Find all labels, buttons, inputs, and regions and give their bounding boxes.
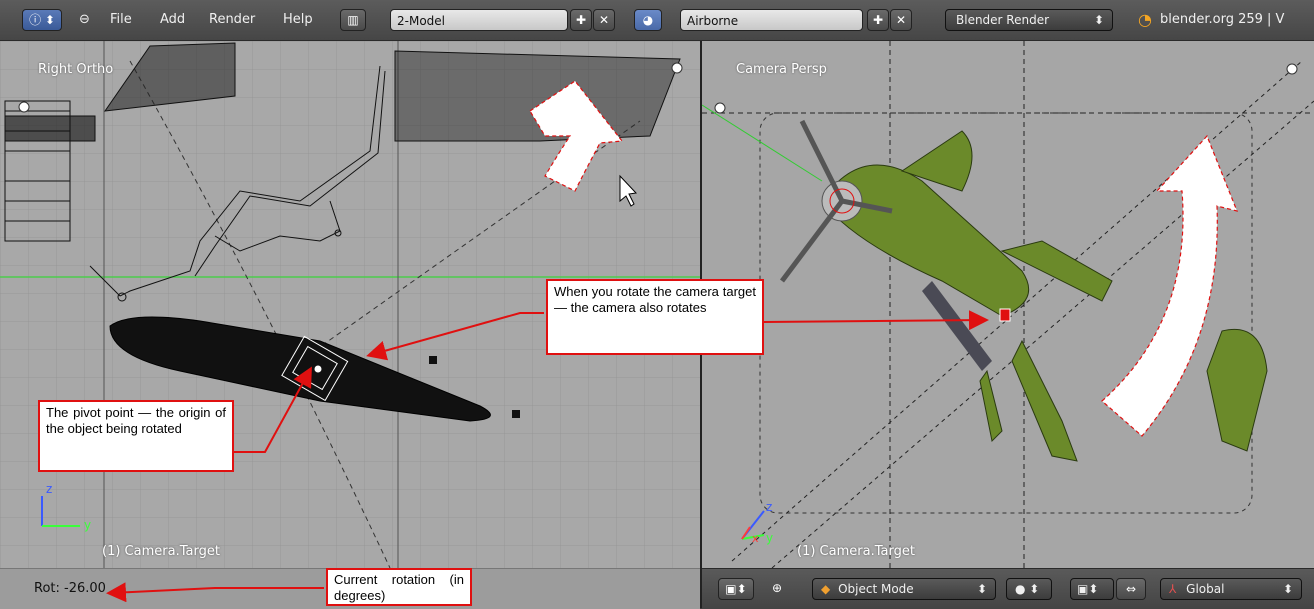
axis-z-label: z	[766, 500, 772, 514]
plus-icon[interactable]: ⊕	[766, 578, 788, 600]
menu-add[interactable]: Add	[160, 0, 185, 40]
orientation-select[interactable]: ⅄ Global ⬍	[1160, 578, 1302, 600]
updown-icon: ⬍	[976, 582, 987, 596]
updown-icon: ⬍	[1093, 13, 1104, 27]
axis-z-label: z	[46, 482, 52, 496]
view3d-header: ▣⬍ ⊕ ◆ Object Mode ⬍ ● ⬍ ▣⬍ ⇔ ⅄ Global ⬍	[702, 568, 1314, 609]
snap-icon: ▣	[1077, 582, 1089, 596]
left-object-label: (1) Camera.Target	[102, 544, 220, 559]
minus-icon[interactable]: ⊖	[79, 0, 90, 40]
manipulator-icon: ⅄	[1169, 582, 1177, 596]
right-view-label: Camera Persp	[736, 62, 827, 77]
pivot-select[interactable]: ▣⬍	[1070, 578, 1114, 600]
callout-rotation: Current rotation (in degrees)	[326, 568, 472, 606]
x-icon[interactable]: ✕	[593, 9, 615, 31]
sphere-icon: ●	[1015, 582, 1026, 596]
render-engine-select[interactable]: Blender Render ⬍	[945, 9, 1113, 31]
right-viewport-canvas: z y x	[702, 41, 1314, 568]
mode-label: Object Mode	[838, 582, 914, 596]
transform-axes-icon[interactable]: ⇔	[1116, 578, 1146, 600]
layout-icon[interactable]: ▥	[340, 9, 366, 31]
menu-render[interactable]: Render	[209, 0, 255, 40]
plus-icon[interactable]: ✚	[570, 9, 592, 31]
right-object-label: (1) Camera.Target	[797, 544, 915, 559]
menu-file[interactable]: File	[110, 0, 132, 40]
cube-icon: ◆	[821, 582, 831, 596]
callout-pivot: The pivot point — the origin of the obje…	[38, 400, 234, 472]
menu-help[interactable]: Help	[283, 0, 313, 40]
shading-select[interactable]: ● ⬍	[1006, 578, 1052, 600]
mode-select[interactable]: ◆ Object Mode ⬍	[812, 578, 996, 600]
orientation-label: Global	[1186, 582, 1225, 596]
x-icon[interactable]: ✕	[890, 9, 912, 31]
blender-logo-icon: ◔	[1138, 10, 1152, 29]
axis-y-label: y	[84, 518, 91, 532]
right-viewport[interactable]: z y x Camera Persp (1) Camera.Target	[702, 41, 1314, 568]
rotation-readout: Rot: -26.00	[34, 581, 106, 596]
top-header: ⓘ ⬍ ⊖ File Add Render Help ▥ 2-Model ✚ ✕…	[0, 0, 1314, 41]
axis-x-label: x	[752, 532, 759, 545]
callout-camera-target: When you rotate the camera target — the …	[546, 279, 764, 355]
axis-y-label: y	[766, 531, 773, 545]
render-engine-label: Blender Render	[956, 13, 1050, 27]
updown-icon: ⬍	[1282, 582, 1293, 596]
version-info: blender.org 259 | V	[1160, 12, 1285, 27]
left-view-label: Right Ortho	[38, 62, 114, 77]
plus-icon[interactable]: ✚	[867, 9, 889, 31]
scene-icon[interactable]: ◕	[634, 9, 662, 31]
info-icon[interactable]: ⓘ ⬍	[22, 9, 62, 31]
editor-type-icon[interactable]: ▣⬍	[718, 578, 754, 600]
scene-field[interactable]: Airborne	[680, 9, 863, 31]
screen-layout-field[interactable]: 2-Model	[390, 9, 568, 31]
